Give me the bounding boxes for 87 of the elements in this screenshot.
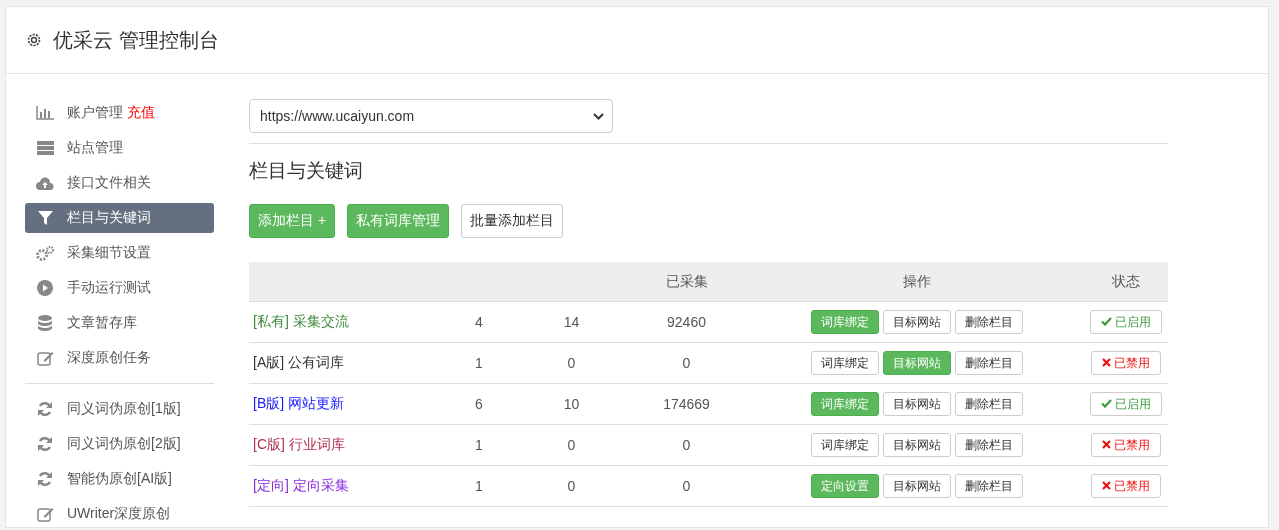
table-cell: 174669 bbox=[663, 396, 710, 412]
table-cell: 1 bbox=[475, 437, 483, 453]
action-button[interactable]: 目标网站 bbox=[882, 310, 951, 334]
toolbar-button[interactable]: 批量添加栏目 bbox=[461, 204, 564, 238]
sidebar-label: 同义词伪原创[2版] bbox=[67, 435, 181, 453]
table-cell: 10 bbox=[563, 396, 580, 412]
sidebar-item[interactable]: 文章暂存库 bbox=[25, 308, 214, 338]
sidebar-item[interactable]: 智能伪原创[AI版] bbox=[25, 464, 214, 494]
action-button[interactable]: 词库绑定 bbox=[810, 351, 879, 375]
bar-chart-icon bbox=[36, 106, 54, 120]
table-cell: 0 bbox=[567, 478, 576, 494]
cross-icon bbox=[1101, 480, 1111, 490]
sidebar-item[interactable]: 同义词伪原创[2版] bbox=[25, 429, 214, 459]
action-button[interactable]: 目标网站 bbox=[882, 392, 951, 416]
column-name: [私有] 采集交流 bbox=[253, 313, 349, 329]
check-icon bbox=[1100, 398, 1112, 408]
action-button[interactable]: 删除栏目 bbox=[954, 392, 1023, 416]
sidebar-item[interactable]: 站点管理 bbox=[25, 133, 214, 163]
edit-icon bbox=[36, 506, 54, 522]
action-button[interactable]: 删除栏目 bbox=[954, 351, 1023, 375]
column-header: 已采集 bbox=[624, 262, 749, 302]
sidebar-label: 采集细节设置 bbox=[67, 244, 151, 262]
check-icon bbox=[1100, 316, 1112, 326]
sidebar-label: 账户管理 bbox=[67, 104, 123, 122]
refresh-icon bbox=[37, 401, 53, 417]
sidebar-label: 站点管理 bbox=[67, 139, 123, 157]
action-button[interactable]: 删除栏目 bbox=[954, 474, 1023, 498]
table-cell: 1 bbox=[475, 355, 483, 371]
sidebar-item[interactable]: 同义词伪原创[1版] bbox=[25, 394, 214, 424]
table-cell: 1 bbox=[475, 478, 483, 494]
filter-icon bbox=[37, 211, 53, 225]
status-button[interactable]: 已禁用 bbox=[1090, 474, 1162, 498]
column-name: [B版] 网站更新 bbox=[253, 395, 344, 411]
gears-icon bbox=[36, 245, 54, 261]
sidebar-item[interactable]: 采集细节设置 bbox=[25, 238, 214, 268]
column-header: 状态 bbox=[1084, 262, 1168, 302]
action-button[interactable]: 词库绑定 bbox=[810, 433, 879, 457]
column-name: [C版] 行业词库 bbox=[253, 436, 345, 452]
action-button[interactable]: 目标网站 bbox=[882, 474, 951, 498]
column-header: 操作 bbox=[749, 262, 1084, 302]
chevron-down-icon bbox=[593, 112, 604, 120]
sidebar-item[interactable]: UWriter深度原创 bbox=[25, 499, 214, 527]
sidebar-item[interactable]: 手动运行测试 bbox=[25, 273, 214, 303]
status-button[interactable]: 已启用 bbox=[1089, 392, 1163, 416]
sidebar-label: 手动运行测试 bbox=[67, 279, 151, 297]
sidebar-item[interactable]: 账户管理 充值 bbox=[25, 98, 214, 128]
table-cell: 92460 bbox=[667, 314, 706, 330]
sidebar-label: 深度原创任务 bbox=[67, 349, 151, 367]
settings-icon bbox=[25, 31, 43, 49]
play-circle-icon bbox=[37, 280, 53, 296]
server-icon bbox=[36, 141, 54, 155]
table-cell: 6 bbox=[475, 396, 483, 412]
status-button[interactable]: 已启用 bbox=[1089, 310, 1163, 334]
table-cell: 0 bbox=[567, 437, 576, 453]
table-cell: 0 bbox=[682, 478, 691, 494]
recharge-link[interactable]: 充值 bbox=[127, 104, 155, 122]
section-title: 栏目与关键词 bbox=[249, 159, 364, 183]
site-select[interactable]: https://www.ucaiyun.com bbox=[249, 99, 613, 133]
column-name: [A版] 公有词库 bbox=[253, 354, 344, 370]
sidebar-item[interactable]: 栏目与关键词 bbox=[25, 203, 214, 233]
action-button[interactable]: 删除栏目 bbox=[954, 433, 1023, 457]
table-cell: 0 bbox=[682, 355, 691, 371]
app-title: 优采云 管理控制台 bbox=[53, 27, 219, 53]
action-button[interactable]: 删除栏目 bbox=[954, 310, 1023, 334]
cross-icon bbox=[1101, 439, 1111, 449]
refresh-icon bbox=[37, 471, 53, 487]
column-name: [定向] 定向采集 bbox=[253, 477, 349, 493]
table-cell: 0 bbox=[682, 437, 691, 453]
sidebar-label: 接口文件相关 bbox=[67, 174, 151, 192]
table-cell: 14 bbox=[563, 314, 580, 330]
status-button[interactable]: 已禁用 bbox=[1090, 433, 1162, 457]
refresh-icon bbox=[37, 436, 53, 452]
sidebar-label: 栏目与关键词 bbox=[67, 209, 151, 227]
sidebar-label: 智能伪原创[AI版] bbox=[67, 470, 172, 488]
sidebar-item[interactable]: 接口文件相关 bbox=[25, 168, 214, 198]
action-button[interactable]: 目标网站 bbox=[882, 433, 951, 457]
sidebar-item[interactable]: 深度原创任务 bbox=[25, 343, 214, 373]
table-cell: 0 bbox=[567, 355, 576, 371]
status-button[interactable]: 已禁用 bbox=[1090, 351, 1162, 375]
cross-icon bbox=[1101, 357, 1111, 367]
cloud-upload-icon bbox=[36, 176, 54, 190]
sidebar-label: 文章暂存库 bbox=[67, 314, 137, 332]
edit-icon bbox=[36, 350, 54, 366]
sidebar-label: 同义词伪原创[1版] bbox=[67, 400, 181, 418]
database-icon bbox=[38, 315, 52, 331]
table-cell: 4 bbox=[475, 314, 483, 330]
sidebar-label: UWriter深度原创 bbox=[67, 505, 171, 523]
